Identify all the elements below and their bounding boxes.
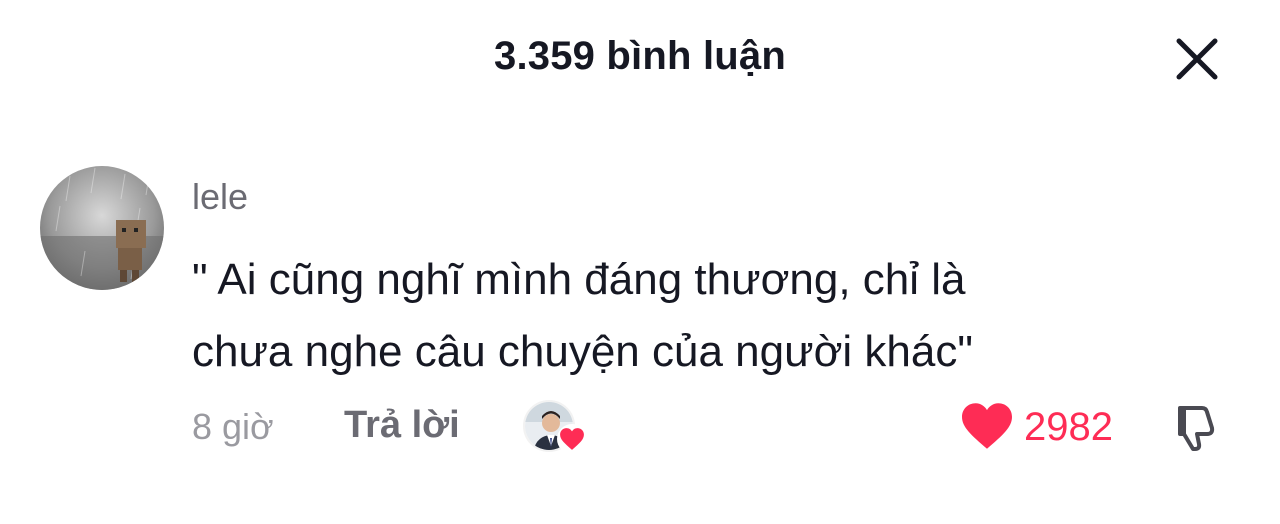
dislike-button[interactable] — [1170, 400, 1226, 456]
comment-actions: 8 giờ Trả lời 2982 — [0, 398, 1280, 458]
comment-item: lele " Ai cũng nghĩ mình đáng thương, ch… — [0, 0, 1280, 524]
creator-liked-badge[interactable] — [523, 400, 589, 456]
like-count: 2982 — [1024, 405, 1113, 449]
comment-text: " Ai cũng nghĩ mình đáng thương, chỉ là … — [192, 255, 973, 376]
comment-username[interactable]: lele — [192, 176, 248, 218]
creator-heart-icon — [557, 424, 587, 454]
reply-button[interactable]: Trả lời — [344, 404, 460, 447]
comments-panel: 3.359 bình luận lele " Ai cũng nghĩ mình… — [0, 0, 1280, 524]
thumbs-down-icon — [1178, 406, 1215, 451]
like-button[interactable] — [957, 400, 1017, 452]
comment-timestamp: 8 giờ — [192, 406, 274, 447]
heart-icon — [962, 403, 1012, 449]
avatar[interactable] — [40, 166, 164, 290]
